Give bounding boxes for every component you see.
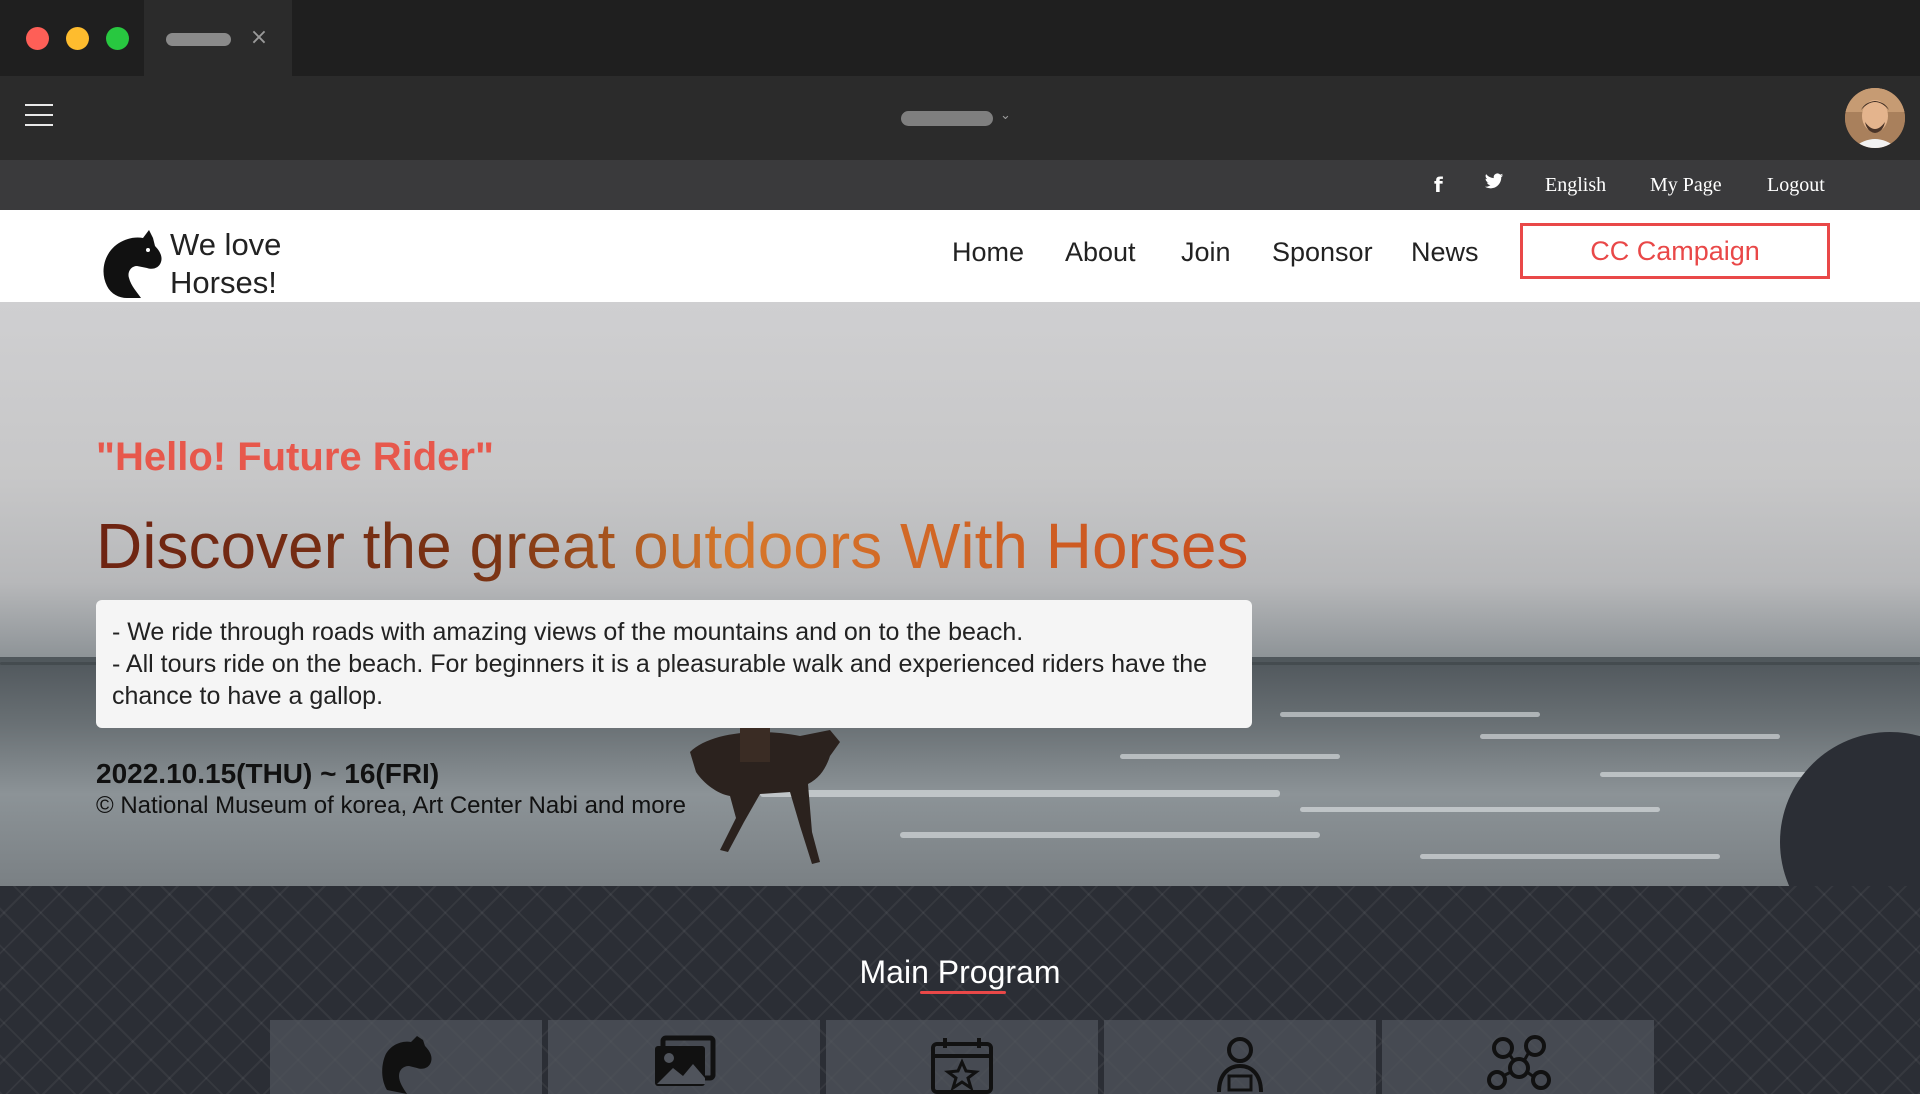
twitter-icon[interactable] — [1484, 171, 1504, 199]
avatar[interactable] — [1845, 88, 1905, 148]
hero-bullet: - We ride through roads with amazing vie… — [112, 618, 1024, 646]
logo-line-1: We love — [170, 227, 282, 262]
title-underline — [920, 991, 1006, 994]
tab-close-icon[interactable]: × — [248, 26, 270, 50]
my-page-link[interactable]: My Page — [1650, 171, 1722, 199]
logout-link[interactable]: Logout — [1767, 171, 1825, 199]
site-logo-text[interactable]: We love Horses! — [170, 226, 320, 302]
facebook-icon[interactable]: f — [1434, 171, 1443, 199]
language-link[interactable]: English — [1545, 171, 1606, 199]
event-credit: © National Museum of korea, Art Center N… — [96, 792, 686, 819]
nav-news[interactable]: News — [1411, 234, 1479, 270]
address-bar[interactable] — [901, 111, 993, 126]
site-top-bar — [0, 160, 1920, 210]
nav-about[interactable]: About — [1065, 234, 1136, 270]
chevron-down-icon[interactable]: ⌄ — [1000, 108, 1016, 124]
nav-home[interactable]: Home — [952, 234, 1024, 270]
hero-kicker: "Hello! Future Rider" — [96, 435, 494, 479]
browser-tab[interactable]: × — [144, 0, 292, 76]
logo-line-2: Horses! — [170, 265, 277, 300]
horse-icon — [382, 1036, 432, 1094]
network-people-icon — [1487, 1035, 1551, 1090]
browser-titlebar: × — [0, 0, 1920, 76]
calendar-star-icon — [931, 1038, 993, 1094]
main-program-title: Main Program — [859, 954, 1061, 990]
horse-logo-icon[interactable] — [97, 228, 163, 300]
window-minimize-button[interactable] — [66, 27, 89, 50]
tab-title-placeholder — [166, 33, 231, 46]
galloping-horse-image — [690, 722, 840, 864]
gallery-icon — [655, 1035, 716, 1086]
nav-sponsor[interactable]: Sponsor — [1272, 234, 1373, 270]
hero-description-box: - We ride through roads with amazing vie… — [96, 600, 1252, 728]
hero-title: Discover the great outdoors With Horses — [96, 506, 1248, 586]
cc-campaign-button[interactable]: CC Campaign — [1520, 223, 1830, 279]
window-close-button[interactable] — [26, 27, 49, 50]
menu-icon[interactable] — [25, 104, 55, 128]
person-laptop-icon — [1217, 1037, 1263, 1093]
nav-join[interactable]: Join — [1181, 234, 1231, 270]
hero-bullet: - All tours ride on the beach. For begin… — [112, 650, 1208, 710]
window-zoom-button[interactable] — [106, 27, 129, 50]
event-date: 2022.10.15(THU) ~ 16(FRI) — [96, 758, 440, 789]
